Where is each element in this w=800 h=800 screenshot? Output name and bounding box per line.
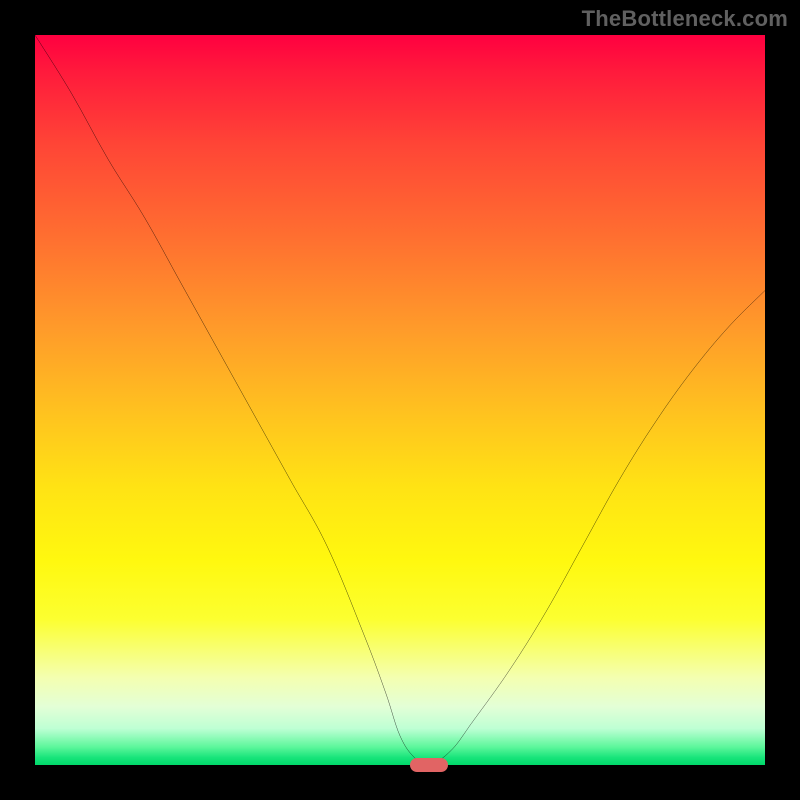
chart-frame: TheBottleneck.com [0, 0, 800, 800]
bottleneck-curve-svg [35, 35, 765, 765]
plot-area [35, 35, 765, 765]
bottleneck-curve-path [35, 35, 765, 765]
optimal-marker [410, 758, 448, 772]
watermark-text: TheBottleneck.com [582, 6, 788, 32]
